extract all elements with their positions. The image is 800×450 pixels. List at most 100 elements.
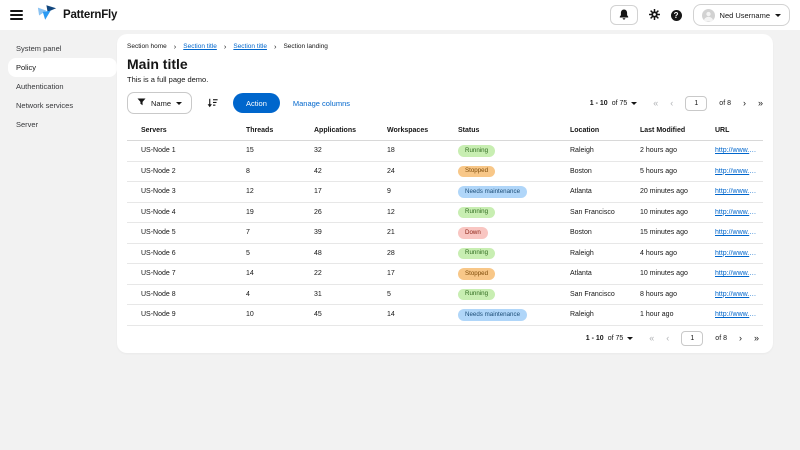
table-row: US-Node 1153218RunningRaleigh2 hours ago… [127, 141, 763, 162]
pagination-range: 1 - 10 [590, 100, 608, 107]
page-input[interactable] [681, 331, 703, 346]
table-row: US-Node 284224StoppedBoston5 hours agoht… [127, 161, 763, 182]
url-cell: http://www.redhat.com [701, 223, 763, 244]
pagination-bottom: 1 - 10 of 75 « ‹ of 8 › » [127, 331, 763, 346]
column-header-servers: Servers [127, 121, 232, 141]
action-button[interactable]: Action [233, 93, 280, 113]
sidebar-item-authentication[interactable]: Authentication [0, 77, 117, 96]
chevron-down-icon [627, 337, 633, 340]
sort-amount-icon [207, 96, 218, 111]
status-badge: Running [458, 145, 495, 157]
last-page-button[interactable]: » [758, 99, 763, 108]
breadcrumb-item[interactable]: Section title [233, 42, 267, 52]
sort-button[interactable] [207, 96, 218, 111]
user-name: Ned Username [720, 11, 770, 20]
column-header-workspaces: Workspaces [373, 121, 444, 141]
status-badge: Stopped [458, 268, 495, 280]
status-badge: Needs maintenance [458, 186, 527, 198]
threads-cell: 14 [232, 264, 300, 285]
main-content-card: Section home›Section title›Section title… [117, 34, 773, 353]
server-cell: US-Node 7 [127, 264, 232, 285]
manage-columns-link[interactable]: Manage columns [293, 99, 350, 108]
page-input[interactable] [685, 96, 707, 111]
chevron-down-icon [775, 14, 781, 17]
prev-page-button[interactable]: ‹ [666, 334, 669, 343]
first-page-button[interactable]: « [649, 334, 654, 343]
url-cell: http://www.redhat.com [701, 284, 763, 305]
workspaces-cell: 5 [373, 284, 444, 305]
status-cell: Down [444, 223, 556, 244]
table-row: US-Node 573921DownBoston15 minutes agoht… [127, 223, 763, 244]
threads-cell: 10 [232, 305, 300, 326]
url-link[interactable]: http://www.redhat.com [715, 209, 757, 216]
sidebar-item-network-services[interactable]: Network services [0, 96, 117, 115]
status-cell: Running [444, 141, 556, 162]
next-page-button[interactable]: › [743, 99, 746, 108]
threads-cell: 15 [232, 141, 300, 162]
gear-icon [649, 8, 660, 23]
first-page-button[interactable]: « [653, 99, 658, 108]
sidebar-item-system-panel[interactable]: System panel [0, 39, 117, 58]
url-link[interactable]: http://www.redhat.com [715, 147, 757, 154]
status-badge: Needs maintenance [458, 309, 527, 321]
server-cell: US-Node 8 [127, 284, 232, 305]
url-link[interactable]: http://www.redhat.com [715, 311, 757, 318]
status-cell: Needs maintenance [444, 305, 556, 326]
status-cell: Stopped [444, 161, 556, 182]
table-row: US-Node 9104514Needs maintenanceRaleigh1… [127, 305, 763, 326]
url-link[interactable]: http://www.redhat.com [715, 188, 757, 195]
url-cell: http://www.redhat.com [701, 182, 763, 203]
workspaces-cell: 14 [373, 305, 444, 326]
prev-page-button[interactable]: ‹ [670, 99, 673, 108]
filter-dropdown[interactable]: Name [127, 92, 192, 114]
workspaces-cell: 21 [373, 223, 444, 244]
status-cell: Needs maintenance [444, 182, 556, 203]
table-row: US-Node 4192612RunningSan Francisco10 mi… [127, 202, 763, 223]
chevron-right-icon: › [224, 43, 227, 51]
brand-name: PatternFly [63, 9, 117, 21]
next-page-button[interactable]: › [739, 334, 742, 343]
notifications-button[interactable] [610, 5, 638, 25]
status-cell: Running [444, 284, 556, 305]
settings-button[interactable] [649, 8, 660, 23]
pagination-summary-dropdown[interactable]: 1 - 10 of 75 [590, 100, 637, 107]
sidebar-item-policy[interactable]: Policy [8, 58, 117, 77]
sidebar-item-server[interactable]: Server [0, 115, 117, 134]
help-button[interactable]: ? [671, 10, 682, 21]
applications-cell: 42 [300, 161, 373, 182]
pagination-total: of 75 [612, 100, 628, 107]
location-cell: Raleigh [556, 141, 626, 162]
pagination-summary-dropdown[interactable]: 1 - 10 of 75 [586, 335, 633, 342]
brand: PatternFly [37, 4, 117, 26]
workspaces-cell: 18 [373, 141, 444, 162]
bell-icon [619, 8, 629, 23]
url-link[interactable]: http://www.redhat.com [715, 168, 757, 175]
chevron-down-icon [631, 102, 637, 105]
status-badge: Running [458, 248, 495, 260]
workspaces-cell: 28 [373, 243, 444, 264]
column-header-last-modified: Last Modified [626, 121, 701, 141]
url-link[interactable]: http://www.redhat.com [715, 270, 757, 277]
user-menu[interactable]: Ned Username [693, 4, 790, 26]
url-link[interactable]: http://www.redhat.com [715, 291, 757, 298]
menu-toggle-icon[interactable] [10, 10, 23, 20]
column-header-location: Location [556, 121, 626, 141]
location-cell: Atlanta [556, 264, 626, 285]
last-modified-cell: 4 hours ago [626, 243, 701, 264]
last-modified-cell: 5 hours ago [626, 161, 701, 182]
url-link[interactable]: http://www.redhat.com [715, 250, 757, 257]
url-link[interactable]: http://www.redhat.com [715, 229, 757, 236]
workspaces-cell: 24 [373, 161, 444, 182]
server-cell: US-Node 6 [127, 243, 232, 264]
last-page-button[interactable]: » [754, 334, 759, 343]
threads-cell: 19 [232, 202, 300, 223]
threads-cell: 7 [232, 223, 300, 244]
url-cell: http://www.redhat.com [701, 141, 763, 162]
last-modified-cell: 10 minutes ago [626, 264, 701, 285]
table-row: US-Node 84315RunningSan Francisco8 hours… [127, 284, 763, 305]
applications-cell: 17 [300, 182, 373, 203]
applications-cell: 32 [300, 141, 373, 162]
server-cell: US-Node 4 [127, 202, 232, 223]
threads-cell: 12 [232, 182, 300, 203]
breadcrumb-item[interactable]: Section title [183, 42, 217, 52]
